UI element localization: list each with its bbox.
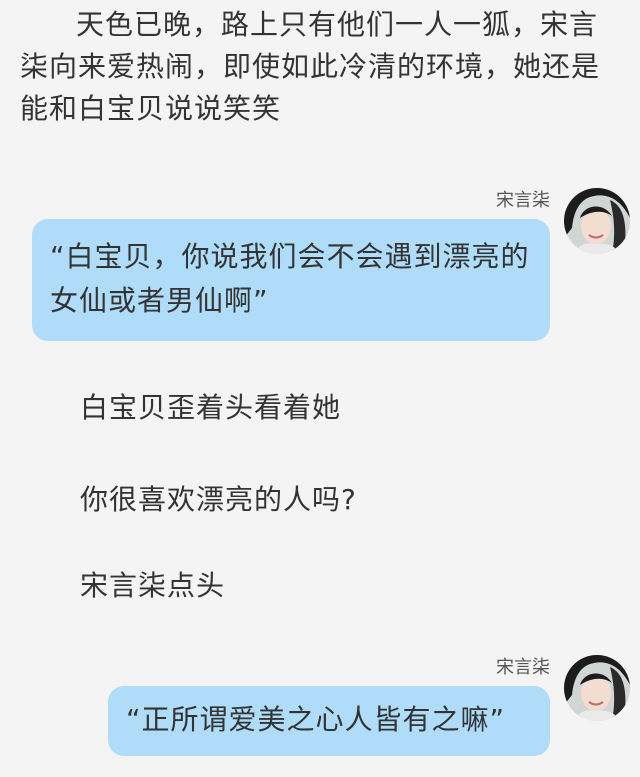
chat-bubble-text: “正所谓爱美之心人皆有之嘛” [126, 703, 506, 736]
narration-paragraph: 天色已晚，路上只有他们一人一狐，宋言柒向来爱热闹，即使如此冷清的环境，她还是能和… [20, 8, 601, 125]
chat-bubble-text: “白宝贝，你说我们会不会遇到漂亮的女仙或者男仙啊” [50, 240, 530, 317]
sender-name: 宋言柒 [496, 190, 550, 211]
story-line: 宋言柒点头 [80, 569, 226, 602]
chat-bubble: “正所谓爱美之心人皆有之嘛” [108, 686, 550, 756]
sender-name: 宋言柒 [496, 657, 550, 678]
story-line: 你很喜欢漂亮的人吗? [80, 483, 357, 516]
story-line: 白宝贝歪着头看着她 [80, 391, 342, 424]
chat-bubble: “白宝贝，你说我们会不会遇到漂亮的女仙或者男仙啊” [32, 219, 550, 341]
avatar[interactable] [564, 655, 630, 721]
avatar[interactable] [564, 188, 630, 254]
